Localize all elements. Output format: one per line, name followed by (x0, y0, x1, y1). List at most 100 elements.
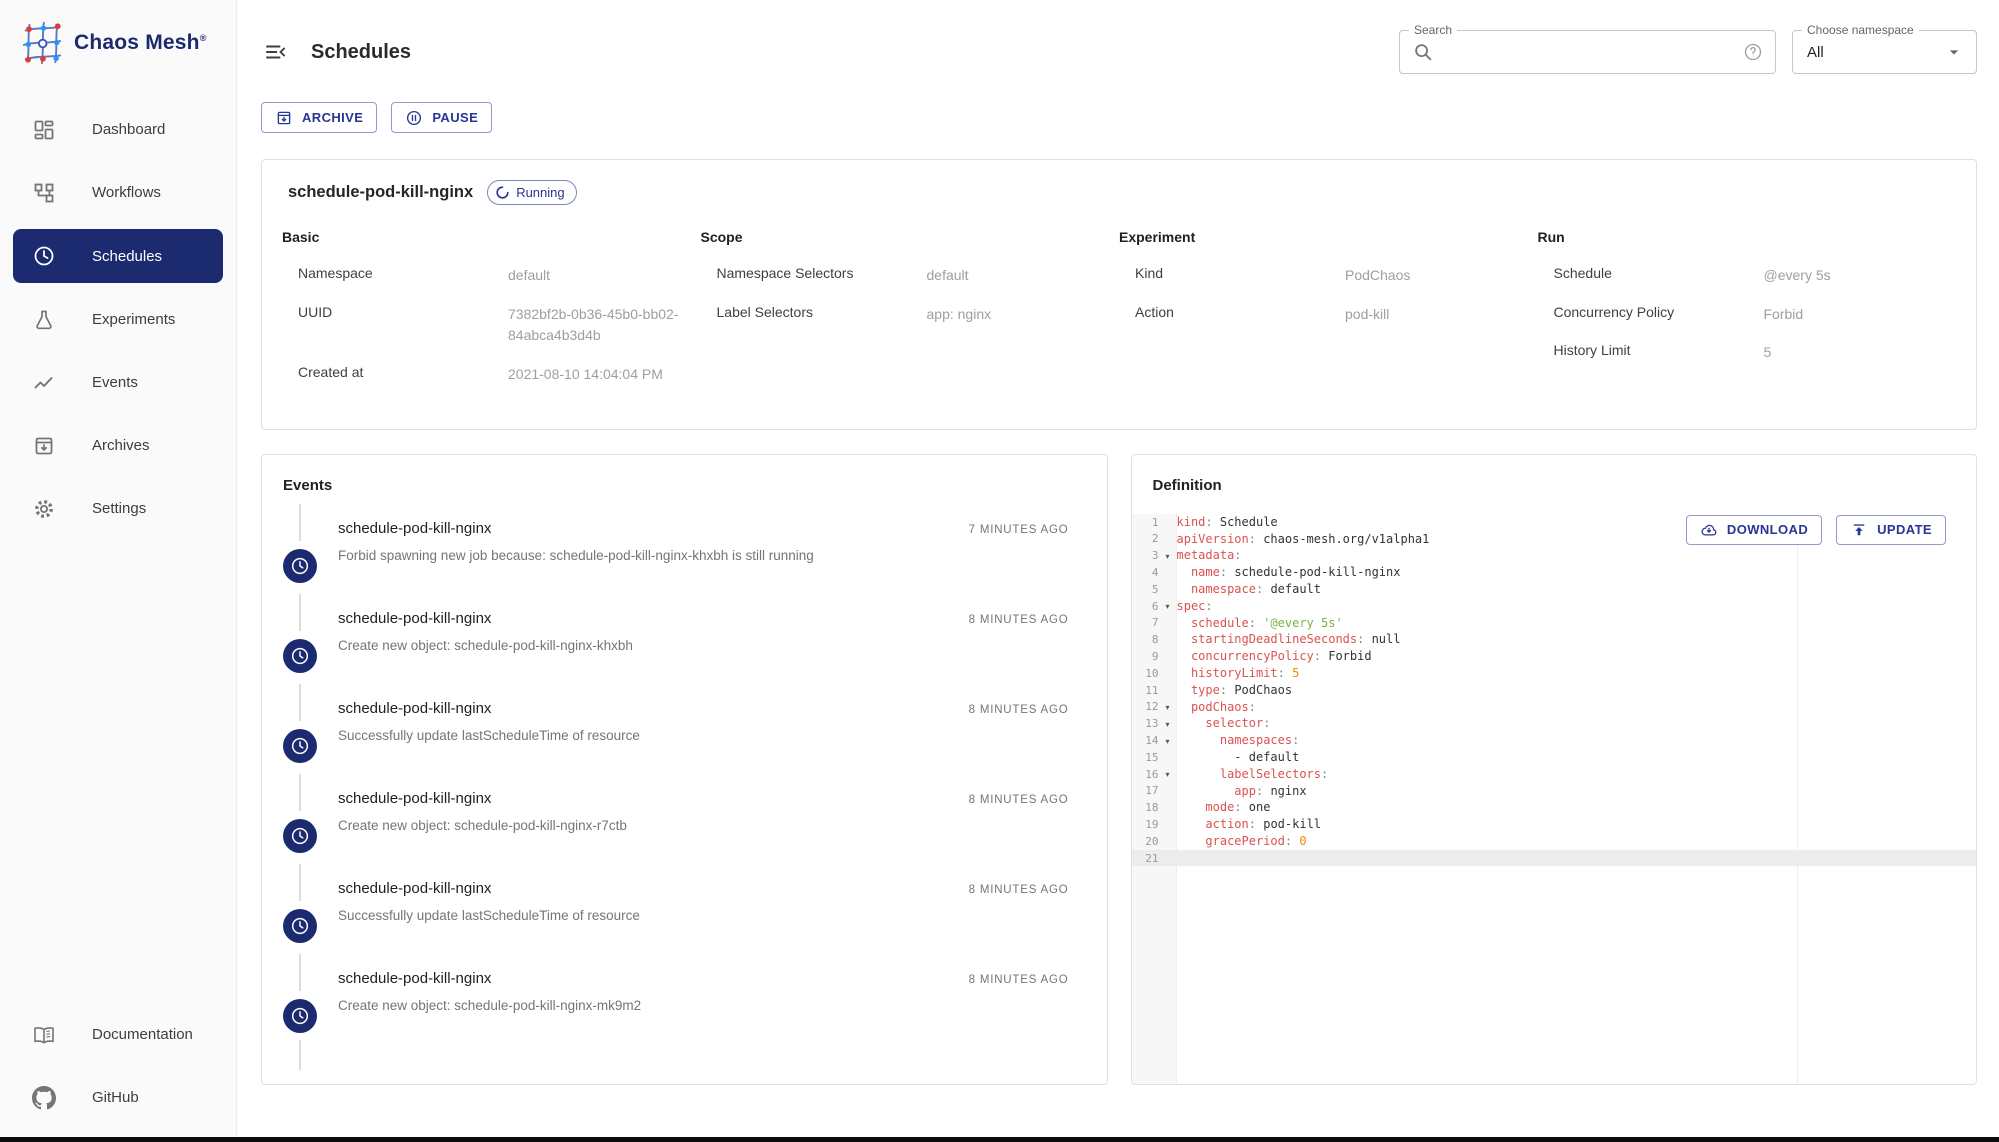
search-field[interactable]: Search (1399, 23, 1776, 74)
namespace-select-label: Choose namespace (1802, 23, 1919, 37)
fold-arrow-icon[interactable]: ▾ (1159, 701, 1177, 713)
sidebar-item[interactable]: Experiments (0, 288, 236, 351)
sidebar-item[interactable]: Dashboard (0, 98, 236, 161)
sidebar-item[interactable]: Events (0, 351, 236, 414)
line-number: 10 (1145, 666, 1159, 680)
page-header: Schedules Search Choose namespace All (261, 0, 1977, 74)
fold-arrow-icon[interactable] (1159, 538, 1177, 540)
event-dot (283, 908, 317, 943)
download-button[interactable]: DOWNLOAD (1685, 514, 1823, 545)
timeline-connector (299, 863, 301, 901)
update-button[interactable]: UPDATE (1836, 514, 1946, 545)
code-line: 5 namespace: default (1132, 581, 1977, 598)
timeline-separator (262, 860, 338, 950)
fold-arrow-icon[interactable] (1159, 756, 1177, 758)
namespace-selected-value: All (1807, 43, 1824, 61)
fold-arrow-icon[interactable] (1159, 790, 1177, 792)
event-message: Create new object: schedule-pod-kill-ngi… (338, 817, 627, 833)
line-number: 18 (1145, 801, 1159, 815)
detail-section: Run Schedule @every 5s Concurrency Polic… (1538, 229, 1957, 403)
sidebar-item[interactable]: Schedules (13, 229, 223, 283)
namespace-select[interactable]: Choose namespace All (1792, 23, 1977, 74)
code-line: 18 mode: one (1132, 799, 1977, 816)
help-icon[interactable] (1743, 42, 1763, 62)
detail-section: Experiment Kind PodChaos Action pod-kill (1119, 229, 1538, 403)
code-line: 4 name: schedule-pod-kill-nginx (1132, 564, 1977, 581)
line-number: 3 (1151, 549, 1159, 563)
brand-logo[interactable]: Chaos Mesh® (0, 0, 236, 84)
code-line: 11 type: PodChaos (1132, 682, 1977, 699)
timeline-connector (299, 593, 301, 631)
code-line: 6 ▾ spec: (1132, 598, 1977, 615)
fold-arrow-icon[interactable]: ▾ (1159, 718, 1177, 730)
clock-icon (289, 555, 311, 577)
clock-icon (289, 645, 311, 667)
fold-arrow-icon[interactable] (1159, 639, 1177, 641)
menu-open-button[interactable] (261, 37, 291, 67)
schedule-card: schedule-pod-kill-nginx Running Basic Na… (261, 159, 1977, 430)
event-name: schedule-pod-kill-nginx (338, 699, 492, 717)
fold-arrow-icon[interactable] (1159, 689, 1177, 691)
code-line: 14 ▾ namespaces: (1132, 732, 1977, 749)
line-number: 21 (1145, 851, 1159, 865)
detail-value: PodChaos (1345, 267, 1411, 283)
fold-arrow-icon[interactable]: ▾ (1159, 600, 1177, 612)
search-input[interactable] (1442, 43, 1743, 61)
fold-arrow-icon[interactable] (1159, 572, 1177, 574)
sidebar-item[interactable]: Workflows (0, 161, 236, 224)
sidebar-item[interactable]: Archives (0, 414, 236, 477)
search-field-label: Search (1409, 23, 1458, 37)
event-dot (283, 548, 317, 583)
fold-arrow-icon[interactable] (1159, 840, 1177, 842)
fold-arrow-icon[interactable] (1159, 807, 1177, 809)
timeline-separator (262, 590, 338, 680)
fold-arrow-icon[interactable]: ▾ (1159, 550, 1177, 562)
sidebar-item-label: Workflows (92, 184, 161, 201)
line-number: 17 (1145, 784, 1159, 798)
sidebar-item-label: Dashboard (92, 121, 166, 138)
event-name: schedule-pod-kill-nginx (338, 789, 492, 807)
sidebar-footer-item[interactable]: GitHub (0, 1066, 236, 1129)
detail-row: UUID 7382bf2b-0b36-45b0-bb02-84abca4b3d4… (282, 304, 701, 347)
event-time: 8 MINUTES AGO (968, 703, 1069, 716)
event-name: schedule-pod-kill-nginx (338, 609, 492, 627)
sidebar-footer-item[interactable]: Documentation (0, 1003, 236, 1066)
event-message: Create new object: schedule-pod-kill-ngi… (338, 997, 642, 1013)
line-number: 8 (1151, 633, 1159, 647)
timeline-separator (262, 950, 338, 1040)
sidebar-item-label: Events (92, 374, 138, 391)
events-panel: Events schedule-pod-kill-nginx 7 MINUTES… (261, 453, 1108, 1085)
archive-button[interactable]: ARCHIVE (261, 102, 378, 133)
fold-arrow-icon[interactable]: ▾ (1159, 768, 1177, 780)
yaml-editor[interactable]: 1 kind: Schedule 2 apiVersion: chaos-mes… (1131, 513, 1977, 1084)
sidebar: Chaos Mesh® Dashboard Workflows Schedule… (0, 0, 237, 1137)
fold-arrow-icon[interactable] (1159, 521, 1177, 523)
sidebar-item[interactable]: Settings (0, 477, 236, 540)
pause-button[interactable]: PAUSE (391, 102, 493, 133)
detail-row: Namespace default (282, 265, 701, 287)
fold-arrow-icon[interactable] (1159, 823, 1177, 825)
event-item: schedule-pod-kill-nginx 8 MINUTES AGO Su… (262, 680, 1107, 770)
fold-arrow-icon[interactable]: ▾ (1159, 735, 1177, 747)
event-item: schedule-pod-kill-nginx 8 MINUTES AGO Cr… (262, 950, 1107, 1040)
fold-arrow-icon[interactable] (1159, 588, 1177, 590)
code-line: 7 schedule: '@every 5s' (1132, 615, 1977, 632)
section-title: Run (1537, 229, 1565, 245)
events-timeline: schedule-pod-kill-nginx 7 MINUTES AGO Fo… (262, 500, 1107, 1040)
line-number: 4 (1151, 566, 1159, 580)
detail-row: Label Selectors app: nginx (701, 304, 1120, 326)
detail-row: History Limit 5 (1538, 342, 1957, 364)
fold-arrow-icon[interactable] (1159, 622, 1177, 624)
fold-arrow-icon[interactable] (1159, 857, 1177, 859)
fold-arrow-icon[interactable] (1159, 656, 1177, 658)
fold-arrow-icon[interactable] (1159, 672, 1177, 674)
clock-icon (289, 915, 311, 937)
event-dot (283, 998, 317, 1033)
sidebar-item-label: Archives (92, 437, 150, 454)
sidebar-item-label: Settings (92, 500, 147, 517)
line-number: 6 (1151, 599, 1159, 613)
main-content: Schedules Search Choose namespace All AR… (237, 0, 1999, 1137)
search-icon (1412, 41, 1434, 63)
sidebar-footer: Documentation GitHub (0, 1003, 236, 1137)
code-line: 3 ▾ metadata: (1132, 547, 1977, 564)
